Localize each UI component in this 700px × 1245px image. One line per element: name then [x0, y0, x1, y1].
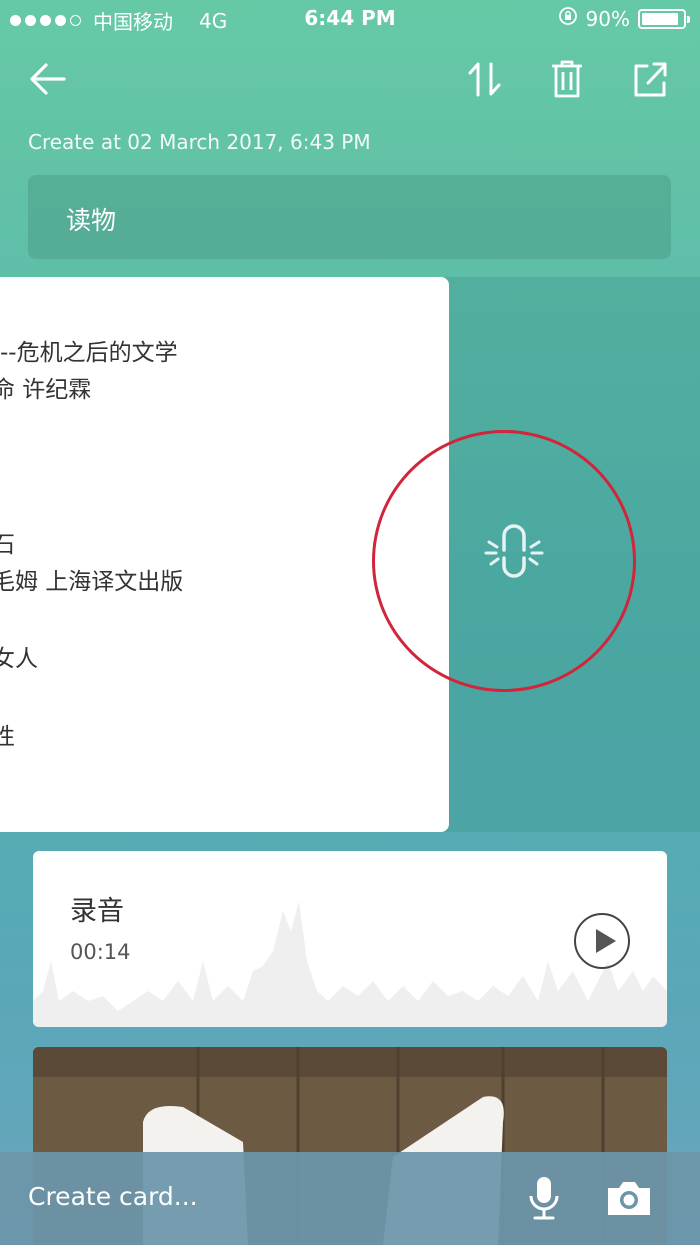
created-timestamp: Create at 02 March 2017, 6:43 PM [28, 130, 371, 154]
battery-fill [642, 12, 678, 25]
arrow-left-icon [30, 63, 66, 95]
status-bar: 中国移动 4G 6:44 PM 90% [0, 0, 700, 40]
back-button[interactable] [23, 54, 73, 104]
rotation-lock-icon [558, 6, 578, 31]
trash-icon [552, 60, 582, 98]
status-right: 90% [558, 6, 690, 31]
sort-button[interactable] [459, 54, 509, 104]
note-line: 性 [0, 724, 15, 750]
create-card-input[interactable] [28, 1182, 448, 1211]
pin-icon [484, 524, 544, 578]
waveform-graphic [33, 901, 667, 1027]
pin-button[interactable] [478, 514, 550, 586]
camera-icon [608, 1182, 650, 1215]
delete-button[interactable] [542, 54, 592, 104]
share-icon [634, 62, 667, 97]
note-line: --危机之后的文学 [0, 340, 178, 366]
note-line: 女人 [0, 646, 38, 672]
battery-icon [638, 8, 690, 29]
audio-title: 录音 [70, 896, 124, 927]
note-title-field[interactable]: 读物 [28, 175, 671, 259]
microphone-icon [529, 1177, 559, 1220]
battery-percent: 90% [585, 6, 630, 31]
camera-button[interactable] [601, 1170, 657, 1226]
note-line: 命 许纪霖 [0, 377, 92, 403]
bottom-bar [0, 1152, 700, 1245]
note-line: 毛姆 上海译文出版 [0, 569, 184, 595]
sort-arrows-icon [468, 62, 501, 97]
play-button[interactable] [574, 913, 630, 969]
audio-card[interactable]: 录音 00:14 [33, 851, 667, 1027]
note-line: 石 [0, 532, 15, 558]
share-button[interactable] [625, 54, 675, 104]
voice-button[interactable] [516, 1170, 572, 1226]
note-title: 读物 [66, 206, 117, 235]
audio-duration: 00:14 [70, 940, 131, 964]
